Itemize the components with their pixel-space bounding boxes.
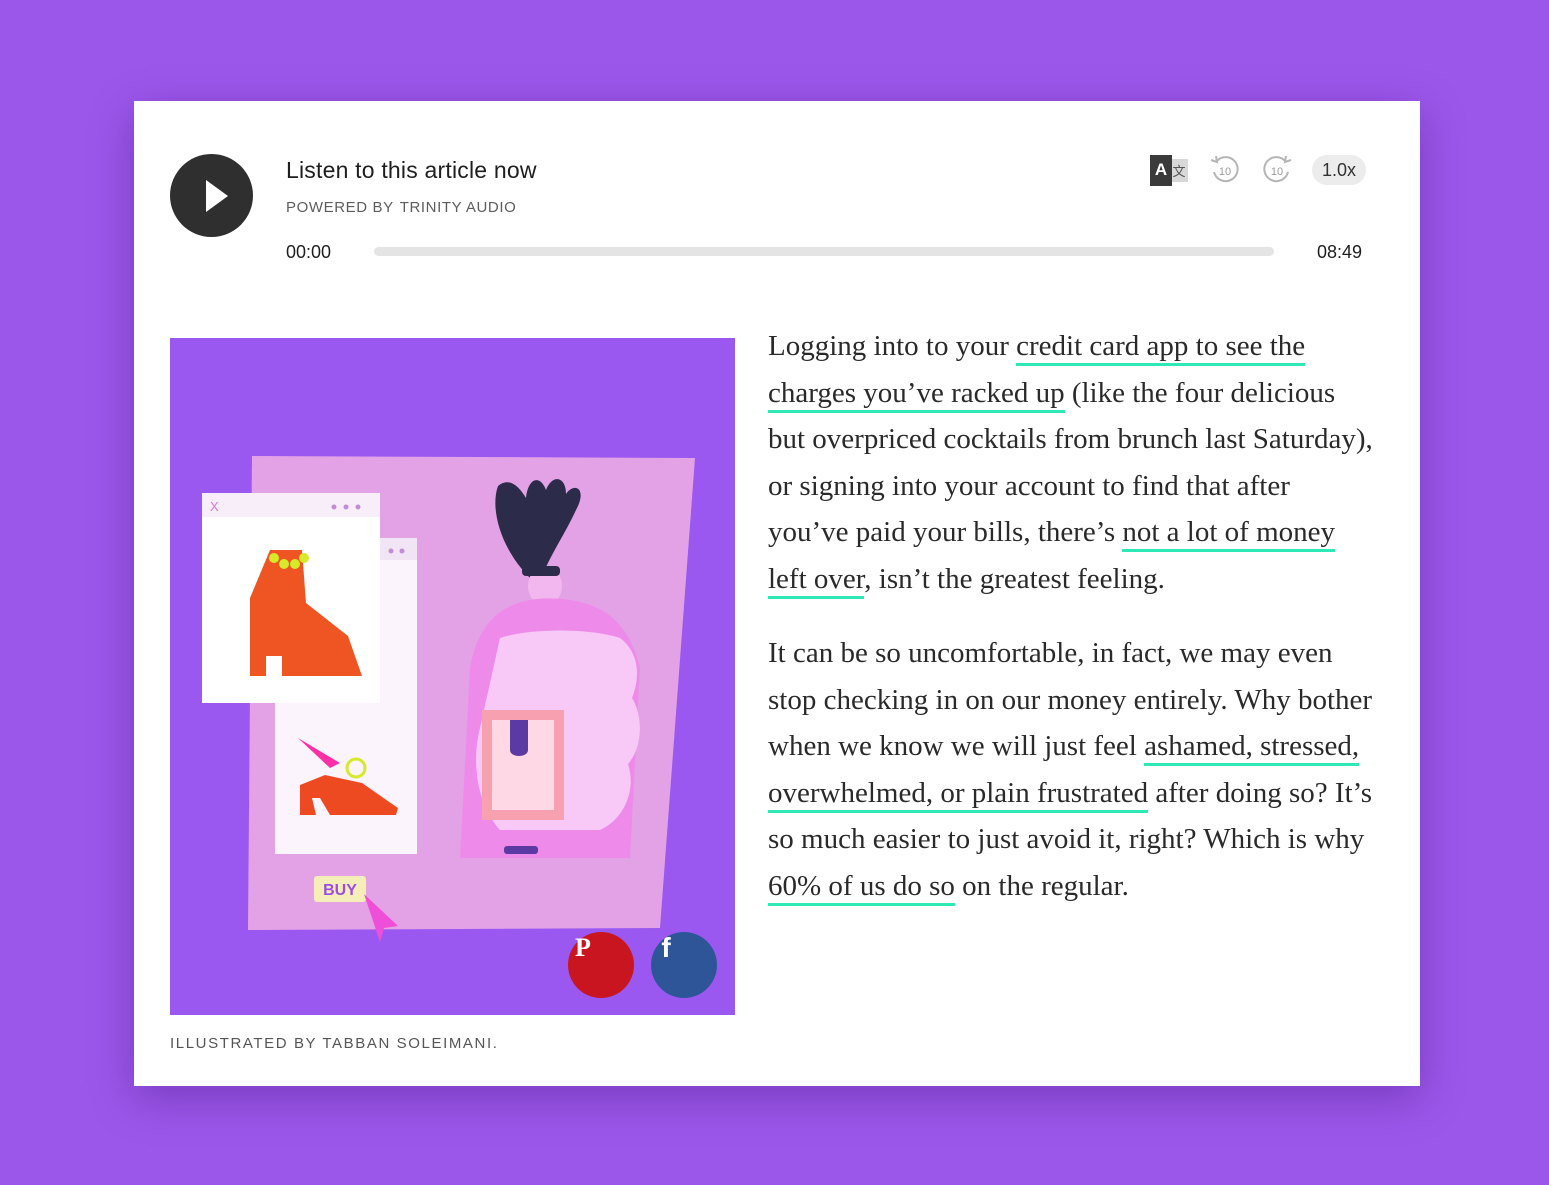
rewind-10-icon[interactable]: 10	[1208, 153, 1242, 187]
play-button[interactable]	[170, 154, 253, 237]
paragraph-2: It can be so uncomfortable, in fact, we …	[768, 630, 1374, 909]
front-window-bar	[202, 493, 380, 517]
facebook-glyph: f	[661, 932, 671, 962]
playback-speed-button[interactable]: 1.0x	[1312, 155, 1366, 185]
time-current: 00:00	[286, 242, 332, 262]
progress-bar[interactable]	[374, 247, 1274, 256]
p1-text-3: , isn’t the greatest feeling.	[864, 562, 1165, 595]
illustration-caption: ILLUSTRATED BY TABBAN SOLEIMANI.	[170, 1035, 499, 1052]
shopping-illustration: X BUY	[202, 456, 695, 942]
powered-brand-link[interactable]: TRINITY AUDIO	[400, 199, 517, 216]
powered-label: POWERED BY	[286, 199, 394, 216]
p1-text-1: Logging into to your	[768, 330, 1017, 362]
paragraph-1: Logging into to your credit card app to …	[768, 323, 1374, 602]
rewind-seconds: 10	[1219, 166, 1231, 178]
forward-10-icon[interactable]: 10	[1260, 153, 1294, 187]
translate-icon[interactable]: 文 A	[1150, 154, 1188, 186]
svg-text:X: X	[210, 499, 219, 514]
pinterest-glyph: P	[575, 933, 591, 962]
forward-seconds: 10	[1271, 166, 1283, 178]
p2-text-3: on the regular.	[954, 869, 1129, 902]
sixty-percent-link[interactable]: 60% of us do so	[768, 869, 955, 906]
translate-zh-glyph: 文	[1170, 158, 1188, 182]
player-title: Listen to this article now	[286, 157, 537, 183]
pinterest-icon: P	[575, 933, 591, 962]
article-card: Listen to this article now POWERED BY TRI…	[134, 101, 1420, 1086]
buy-label: BUY	[323, 882, 357, 899]
article-illustration: X BUY P f	[170, 338, 735, 1015]
powered-by: POWERED BY TRINITY AUDIO	[286, 199, 516, 216]
article-body: Logging into to your credit card app to …	[768, 323, 1374, 937]
facebook-share-button[interactable]: f	[651, 932, 717, 998]
time-total: 08:49	[1316, 242, 1362, 262]
translate-a-glyph: A	[1150, 154, 1172, 186]
play-icon	[206, 180, 228, 212]
facebook-icon: f	[661, 932, 671, 962]
pinterest-share-button[interactable]: P	[568, 932, 634, 998]
player-controls: 文 A 10 10 1.0x	[1150, 153, 1366, 187]
